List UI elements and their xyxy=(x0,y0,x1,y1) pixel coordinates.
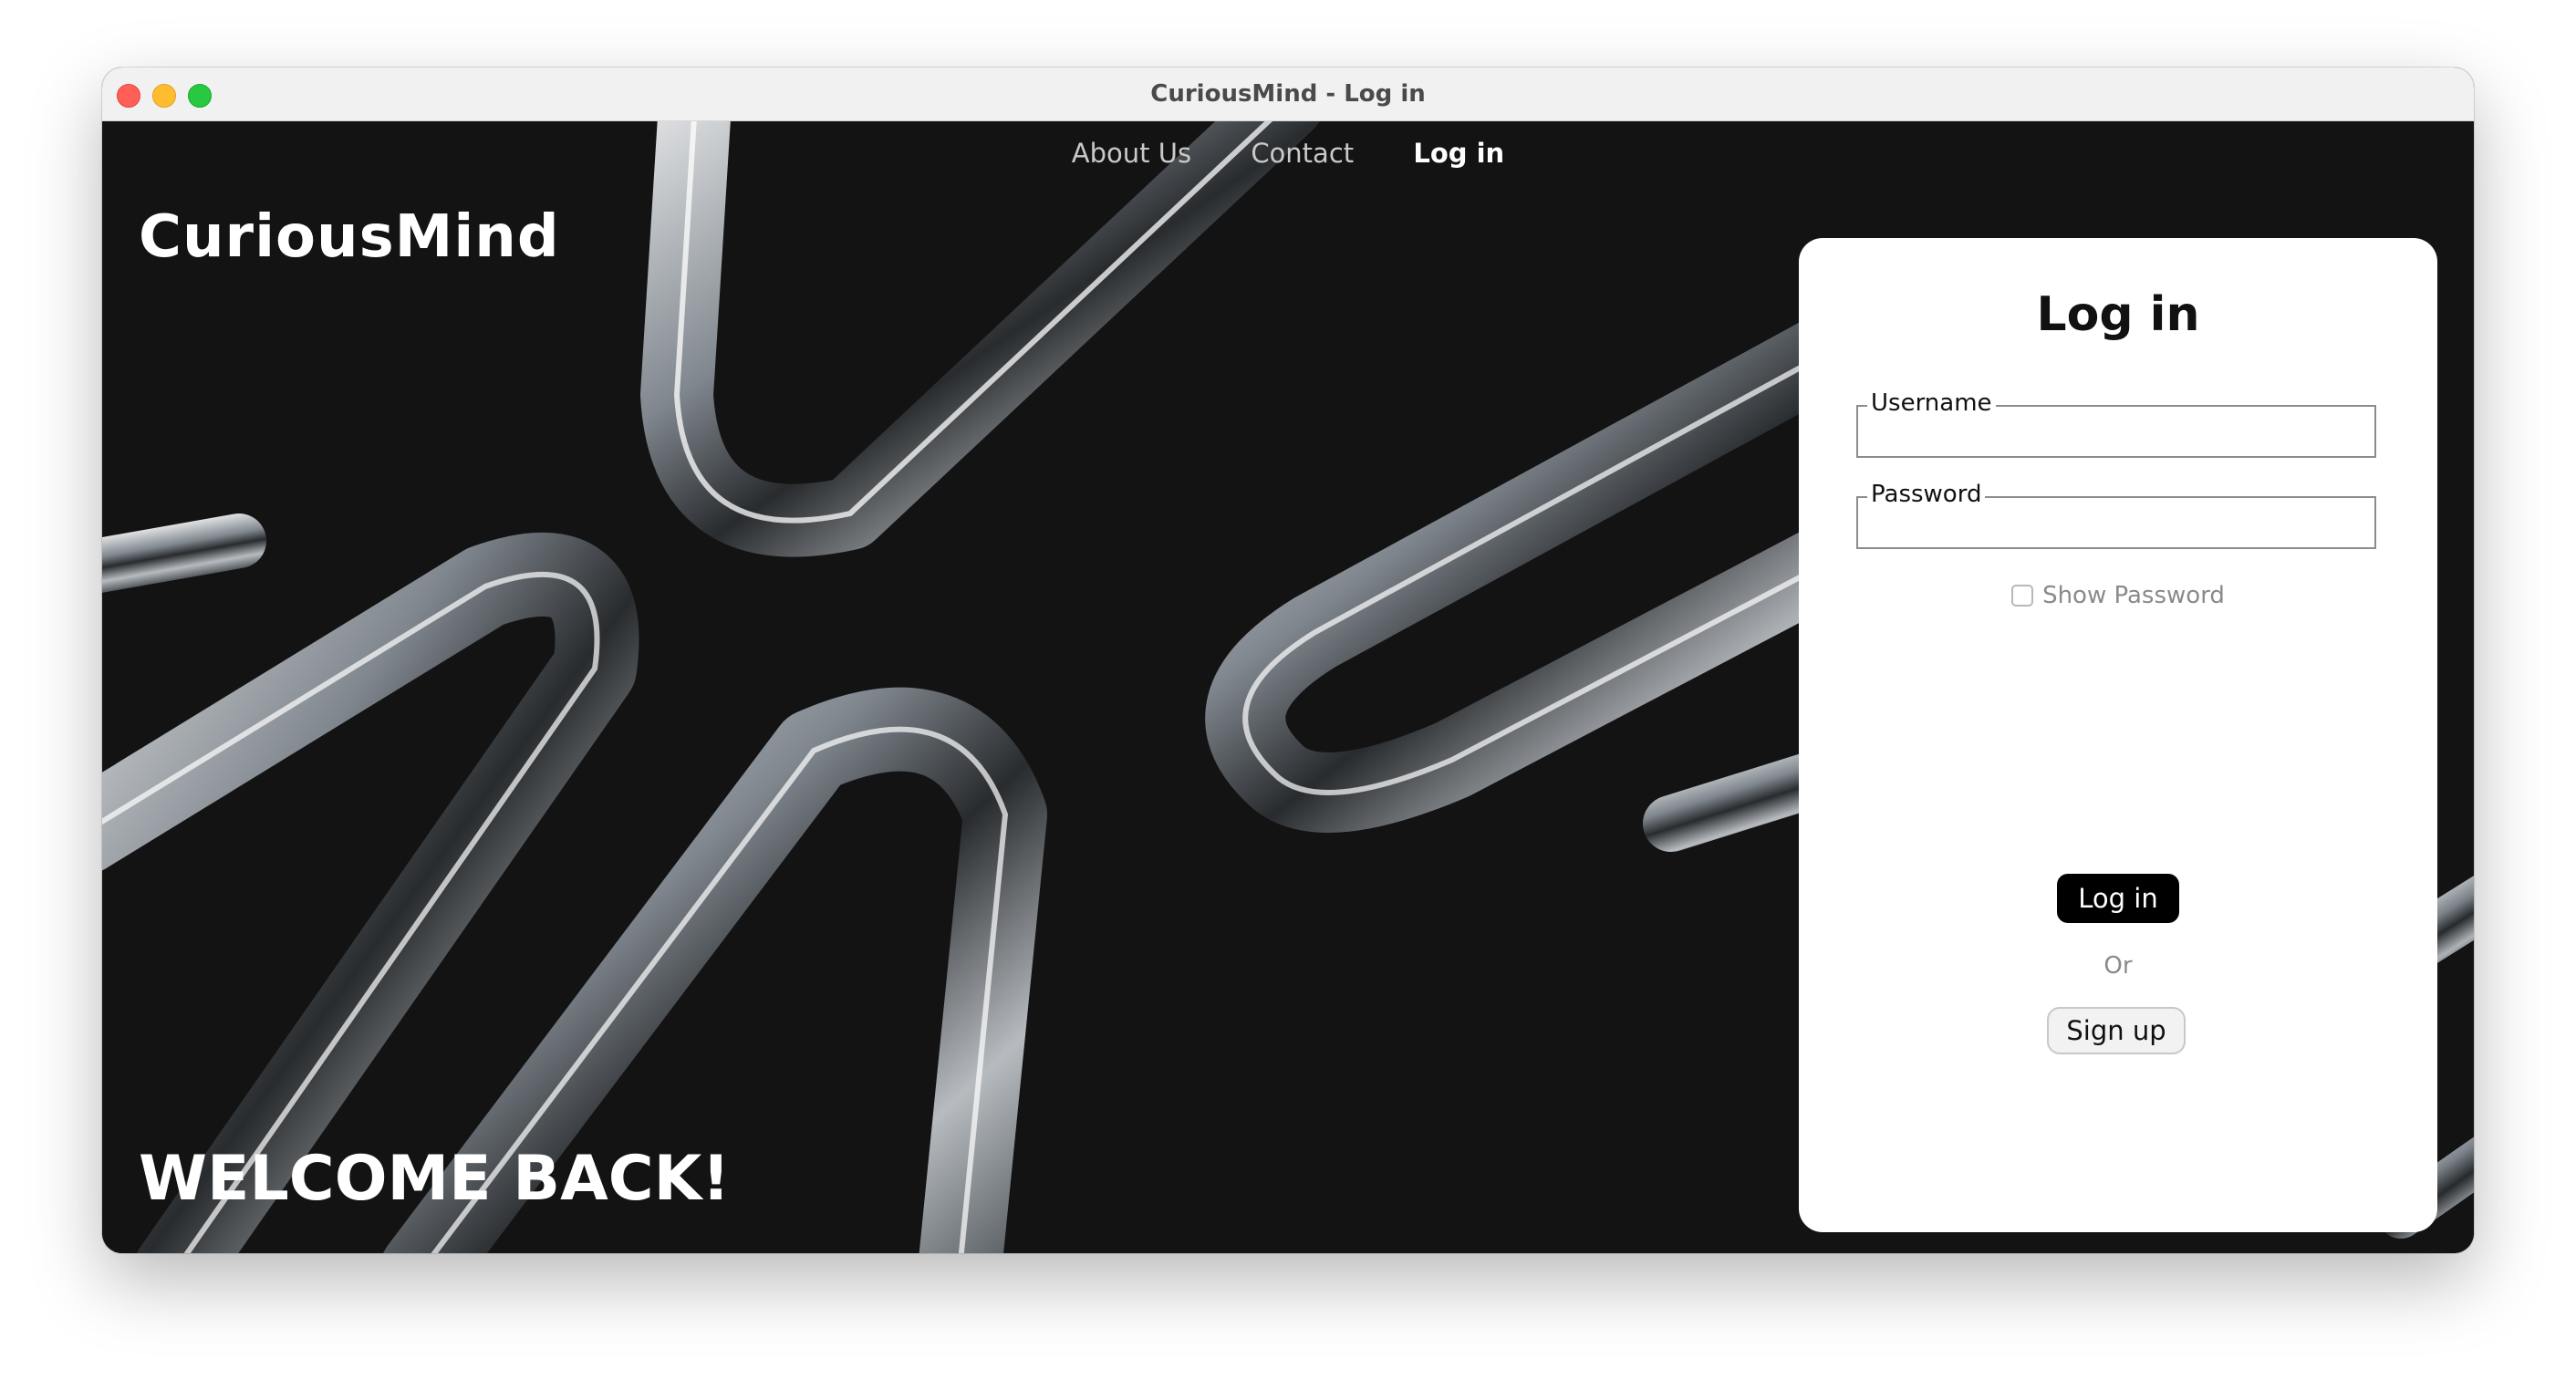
signup-button[interactable]: Sign up xyxy=(2047,1007,2186,1054)
login-card: Log in Username Password Show Password L… xyxy=(1799,238,2437,1232)
login-button[interactable]: Log in xyxy=(2057,874,2179,923)
nav-link-about-us[interactable]: About Us xyxy=(1072,138,1191,169)
welcome-heading: WELCOME BACK! xyxy=(139,1143,731,1215)
window-title: CuriousMind - Log in xyxy=(1150,80,1426,108)
login-title: Log in xyxy=(2036,287,2200,342)
nav-link-contact[interactable]: Contact xyxy=(1251,138,1354,169)
top-nav: About Us Contact Log in xyxy=(102,138,2474,169)
password-label: Password xyxy=(1867,480,1986,509)
show-password-label: Show Password xyxy=(2042,582,2225,609)
show-password-checkbox[interactable] xyxy=(2011,585,2034,607)
brand-logo-text: CuriousMind xyxy=(139,203,560,271)
username-field[interactable]: Username xyxy=(1856,389,2376,458)
show-password-option[interactable]: Show Password xyxy=(1799,582,2437,609)
username-label: Username xyxy=(1867,389,1996,418)
username-input[interactable] xyxy=(1865,420,2371,452)
password-input[interactable] xyxy=(1865,511,2371,544)
app-window: CuriousMind - Log in About Us Contact Lo… xyxy=(102,67,2474,1253)
title-bar: CuriousMind - Log in xyxy=(102,67,2474,121)
password-field[interactable]: Password xyxy=(1856,480,2376,549)
or-separator: Or xyxy=(2103,952,2133,980)
nav-link-log-in[interactable]: Log in xyxy=(1413,138,1504,169)
